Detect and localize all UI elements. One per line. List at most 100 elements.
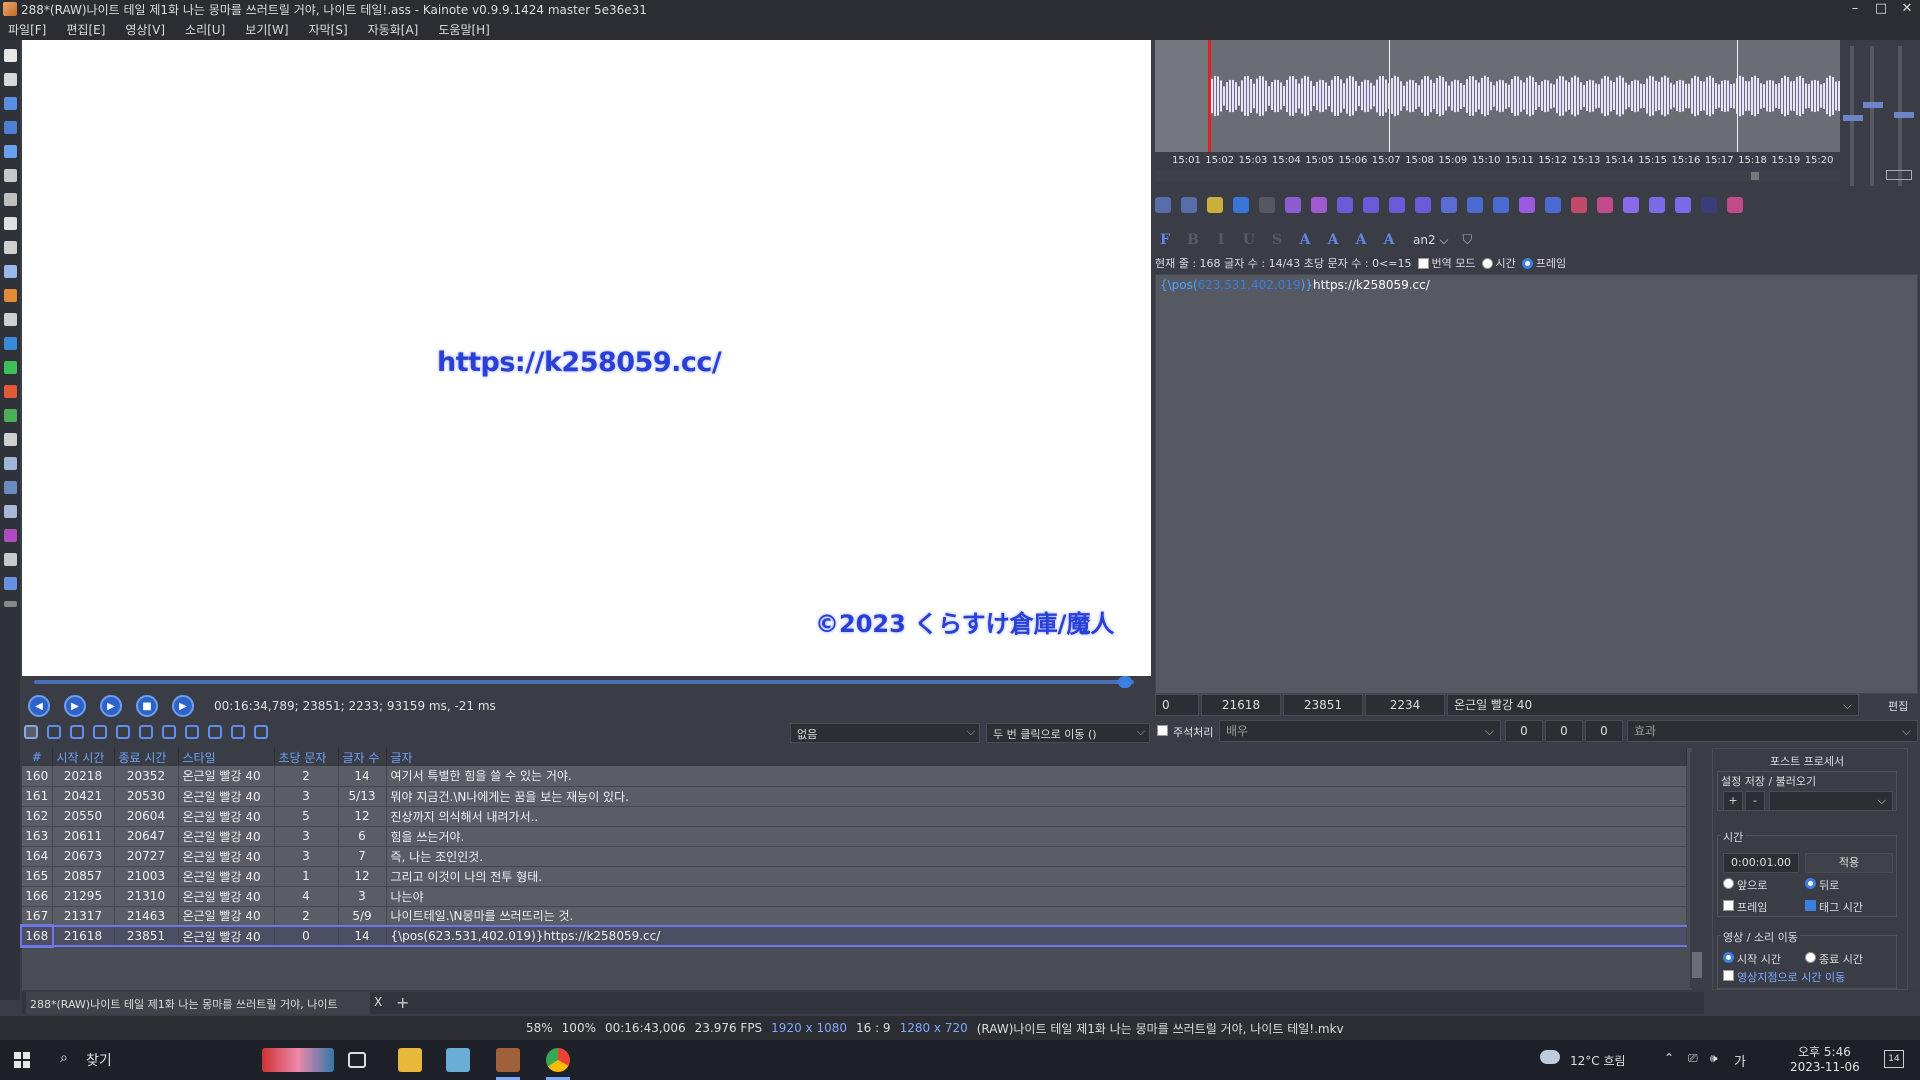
play-start-500-icon[interactable] [1337,197,1353,213]
tools-icon[interactable] [3,553,17,566]
audio-playback-cursor[interactable] [1208,40,1211,152]
margin-right-field[interactable]: 0 [1545,720,1583,742]
header-text[interactable]: 글자 [386,748,1687,766]
snap-boundaries-icon[interactable] [1571,197,1587,213]
rotate-z-tool-icon[interactable] [93,725,107,739]
style-manager-icon[interactable] [3,289,17,302]
previous-line-icon[interactable] [1467,197,1483,213]
find-icon[interactable] [3,265,17,278]
video-toggle-icon[interactable] [1727,197,1743,213]
underline-button[interactable]: U [1241,232,1257,248]
start-time-field[interactable]: 21618 [1201,694,1281,716]
play-button[interactable]: ▶ [64,695,86,717]
stop-audio-icon[interactable] [1259,197,1275,213]
clock-date[interactable]: 2023-11-06 [1790,1060,1860,1074]
play-line-button[interactable]: ▶ [100,695,122,717]
header-start[interactable]: 시작 시간 [52,748,115,766]
bold-button[interactable]: B [1185,232,1201,248]
play-last-icon[interactable] [1415,197,1431,213]
grid-scroll-thumb[interactable] [1692,952,1702,978]
duration-field[interactable]: 2234 [1365,694,1445,716]
auto-next-icon[interactable] [1675,197,1691,213]
end-time-field[interactable]: 23851 [1283,694,1363,716]
alignment-combo[interactable]: an2 ⌵ [1413,233,1449,248]
play-first-icon[interactable] [1389,197,1405,213]
primary-color-button[interactable]: A [1297,232,1313,248]
add-preset-button[interactable]: + [1723,791,1743,811]
volume-icon[interactable]: 🕪 [1710,1051,1718,1066]
task-view-icon[interactable] [348,1052,366,1068]
scale-rotate-tool-icon[interactable] [139,725,153,739]
margin-vertical-field[interactable]: 0 [1585,720,1623,742]
secondary-color-button[interactable]: A [1325,232,1341,248]
text-tool-icon[interactable] [254,725,268,739]
strikeout-button[interactable]: S [1269,232,1285,248]
minimize-button[interactable]: – [1842,0,1868,18]
actor-combo[interactable]: 배우 ⌵ [1219,720,1501,742]
clipboard-icon[interactable] [3,313,17,326]
post-processor-scrollbar[interactable] [1908,752,1920,988]
chrome-icon[interactable] [546,1048,570,1072]
rotate-xy-tool-icon[interactable] [116,725,130,739]
search-icon[interactable]: ⌕ [60,1050,68,1066]
backward-radio[interactable]: 뒤로 [1805,877,1839,893]
network-icon[interactable]: ⎚ [1688,1051,1698,1066]
video-effect-combo[interactable]: 없음 ⌵ [790,723,980,743]
move-all-tool-icon[interactable] [70,725,84,739]
goto-icon[interactable] [1545,197,1561,213]
karaoke-icon[interactable] [1597,197,1613,213]
header-num[interactable]: # [22,748,53,766]
edit-label[interactable]: 편집 [1888,698,1908,714]
menu-subtitles[interactable]: 자막[S] [309,21,348,38]
vertical-zoom-thumb[interactable] [1843,115,1863,121]
move-tool-icon[interactable] [47,725,61,739]
weather-cloud-icon[interactable] [1540,1050,1560,1064]
font-button[interactable]: F [1157,232,1173,248]
table-row[interactable]: 165 20857 21003 온근일 빨강 40 1 12 그리고 이것이 나의 전투 형… [22,866,1687,887]
close-button[interactable]: ✕ [1894,0,1920,18]
auto-commit-icon[interactable] [1623,197,1639,213]
menu-video[interactable]: 영상[V] [125,21,165,38]
open-audio-icon[interactable] [3,193,17,206]
start-time-radio[interactable]: 시작 시간 [1723,951,1781,967]
grid-scrollbar[interactable] [1690,752,1704,988]
zoom-icon[interactable] [3,505,17,518]
layer-field[interactable]: 0 [1155,694,1199,716]
kainote-taskbar-icon[interactable] [496,1048,520,1072]
click-move-combo[interactable]: 두 번 클릭으로 이동 () ⌵ [986,723,1150,743]
tags-icon[interactable] [3,577,17,590]
srt-format-icon[interactable] [3,481,17,494]
preset-combo[interactable]: ⌵ [1769,791,1893,811]
menu-view[interactable]: 보기[W] [245,21,288,38]
taskbar-search[interactable]: 찾기 [86,1050,112,1070]
add-tab-button[interactable]: + [396,993,409,1012]
close-tab-button[interactable]: X [374,995,382,1009]
effect-combo[interactable]: 효과 ⌵ [1627,720,1918,742]
video-seek-knob[interactable] [1118,676,1132,688]
open-video-icon[interactable] [3,169,17,182]
header-end[interactable]: 종료 시간 [114,748,179,766]
clip-rect-tool-icon[interactable] [162,725,176,739]
join-lines-icon[interactable] [3,409,17,422]
video-preview[interactable]: https://k258059.cc/ ©2023 くらすけ倉庫/魔人 [22,40,1151,676]
open-keyframes-icon[interactable] [3,217,17,230]
frame-checkbox[interactable]: 프레임 [1723,899,1767,915]
more-chevron-icon[interactable] [3,601,17,607]
table-row[interactable]: 164 20673 20727 온근일 빨강 40 3 7 즉, 나는 조인인것. [22,846,1687,867]
menu-automation[interactable]: 자동화[A] [368,21,419,38]
save-all-icon[interactable] [3,145,17,158]
file-explorer-icon[interactable] [398,1048,422,1072]
chevron-up-icon[interactable]: ⌃ [1664,1051,1674,1065]
spectrum-icon[interactable] [1701,197,1717,213]
next-line-icon[interactable] [1493,197,1509,213]
new-file-icon[interactable] [3,49,17,62]
properties-icon[interactable] [3,241,17,254]
translation-mode-checkbox[interactable] [1417,257,1429,269]
audio-scrollbar[interactable] [1155,170,1840,182]
clock-time[interactable]: 오후 5:46 [1798,1043,1851,1060]
audio-scroll-thumb[interactable] [1751,172,1759,180]
multi-move-tool-icon[interactable] [231,725,245,739]
commit-icon[interactable] [1519,197,1535,213]
table-row[interactable]: 167 21317 21463 온근일 빨강 40 2 5/9 나이트테일.\N몽마를 쓰러… [22,906,1687,927]
ass-format-icon[interactable] [3,457,17,470]
